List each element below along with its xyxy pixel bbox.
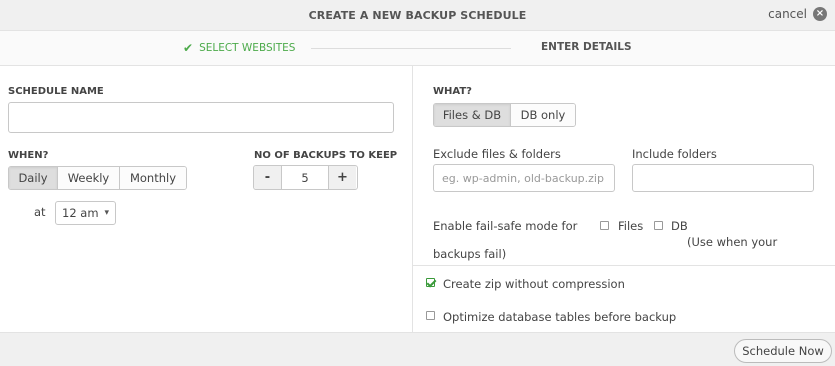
decrement-button[interactable]: - [254, 166, 281, 189]
frequency-monthly[interactable]: Monthly [120, 167, 186, 189]
frequency-daily[interactable]: Daily [9, 167, 58, 189]
schedule-settings-panel: SCHEDULE NAME WHEN? Daily Weekly Monthly… [0, 66, 413, 332]
backup-content-panel: WHAT? Files & DB DB only Exclude files &… [413, 66, 835, 332]
backups-to-keep-label: NO OF BACKUPS TO KEEP [254, 150, 398, 161]
what-toggle: Files & DB DB only [433, 103, 576, 127]
include-input[interactable] [632, 164, 814, 192]
time-select-value: 12 am [62, 206, 99, 220]
zip-no-compression-label: Create zip without compression [443, 277, 625, 291]
optimize-db-checkbox[interactable] [426, 311, 435, 320]
frequency-weekly[interactable]: Weekly [58, 167, 120, 189]
time-select[interactable]: 12 am ▾ [55, 201, 116, 225]
optimize-db-label: Optimize database tables before backup [443, 310, 677, 324]
exclude-input[interactable] [433, 164, 615, 192]
failsafe-files-label: Files [618, 219, 644, 233]
when-label: WHEN? [8, 150, 49, 161]
step-select-websites[interactable]: ✔ SELECT WEBSITES [183, 41, 295, 55]
check-icon: ✔ [183, 41, 194, 55]
schedule-now-button[interactable]: Schedule Now [734, 339, 832, 363]
failsafe-note: (Use when your [687, 235, 778, 249]
include-label: Include folders [632, 147, 717, 161]
what-label: WHAT? [433, 86, 472, 97]
close-icon[interactable]: × [813, 7, 827, 21]
what-files-db[interactable]: Files & DB [434, 104, 511, 126]
failsafe-files-checkbox[interactable] [600, 221, 609, 230]
chevron-down-icon: ▾ [104, 208, 110, 218]
backups-stepper: - 5 + [253, 165, 358, 190]
failsafe-db-checkbox[interactable] [654, 221, 663, 230]
step-enter-details: ENTER DETAILS [541, 41, 632, 53]
exclude-label: Exclude files & folders [433, 147, 561, 161]
schedule-name-label: SCHEDULE NAME [8, 86, 104, 97]
modal-footer: Schedule Now [0, 332, 835, 366]
schedule-name-input[interactable] [8, 102, 394, 133]
options-divider [413, 265, 835, 266]
zip-no-compression-checkbox[interactable] [426, 278, 435, 287]
step-connector [311, 48, 511, 49]
modal-title: CREATE A NEW BACKUP SCHEDULE [308, 9, 527, 22]
failsafe-label: Enable fail-safe mode for [433, 219, 578, 233]
modal-header: CREATE A NEW BACKUP SCHEDULE cancel × [0, 0, 835, 31]
backups-count[interactable]: 5 [281, 166, 329, 189]
increment-button[interactable]: + [329, 166, 356, 189]
failsafe-db-label: DB [671, 219, 688, 233]
what-db-only[interactable]: DB only [510, 104, 575, 126]
step-select-websites-label: SELECT WEBSITES [199, 42, 296, 54]
at-label: at [34, 205, 46, 219]
failsafe-label-cont: backups fail) [433, 247, 507, 261]
frequency-toggle: Daily Weekly Monthly [8, 166, 187, 190]
cancel-button[interactable]: cancel × [768, 7, 827, 21]
wizard-steps: ✔ SELECT WEBSITES ENTER DETAILS [0, 31, 835, 66]
cancel-label[interactable]: cancel [768, 7, 807, 21]
